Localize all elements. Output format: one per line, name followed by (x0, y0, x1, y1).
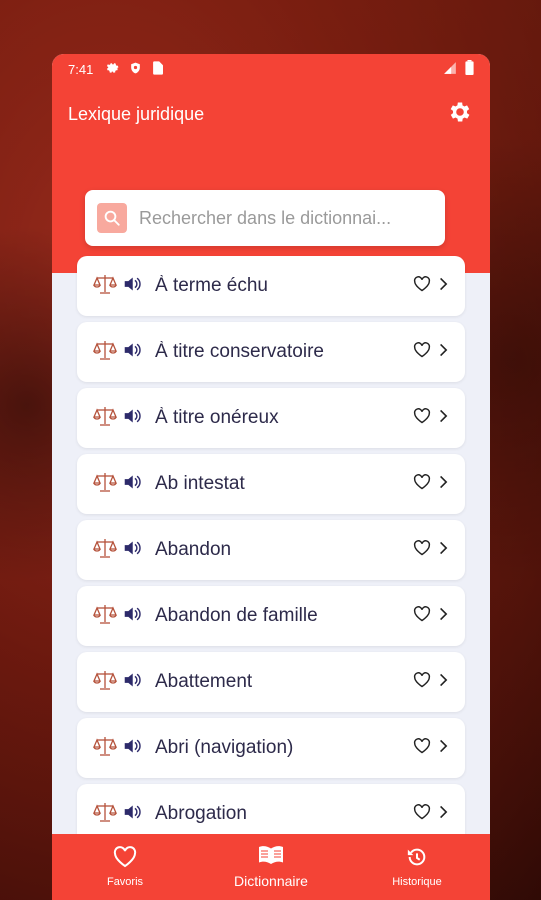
heart-icon[interactable] (413, 342, 431, 362)
heart-icon (113, 846, 137, 872)
nav-label: Historique (392, 876, 442, 888)
speaker-icon[interactable] (123, 276, 141, 296)
chevron-right-icon[interactable] (437, 408, 449, 428)
term-label: Abrogation (155, 803, 247, 824)
term-label: À terme échu (155, 275, 268, 296)
scales-icon (93, 273, 117, 299)
term-list: À terme échu À titre conservatoire À tit (77, 256, 465, 850)
chevron-right-icon[interactable] (437, 606, 449, 626)
heart-icon[interactable] (413, 738, 431, 758)
term-label: Abri (navigation) (155, 737, 294, 758)
scales-icon (93, 603, 117, 629)
list-item[interactable]: Ab intestat (77, 454, 465, 514)
heart-icon[interactable] (413, 474, 431, 494)
nav-label: Favoris (106, 876, 144, 888)
sim-icon (152, 60, 164, 78)
search-input[interactable] (139, 207, 433, 229)
list-item[interactable]: À titre onéreux (77, 388, 465, 448)
speaker-icon[interactable] (123, 540, 141, 560)
signal-icon (443, 61, 457, 78)
speaker-icon[interactable] (123, 408, 141, 428)
term-label: Abandon (155, 539, 232, 560)
nav-historique[interactable]: Historique (357, 846, 477, 888)
gear-icon (105, 61, 119, 78)
search-bar[interactable] (85, 190, 445, 246)
chevron-right-icon[interactable] (437, 672, 449, 692)
app-title: Lexique juridique (68, 103, 205, 124)
chevron-right-icon[interactable] (437, 738, 449, 758)
scales-icon (93, 471, 117, 497)
term-label: À titre onéreux (155, 407, 279, 428)
speaker-icon[interactable] (123, 606, 141, 626)
history-icon (405, 846, 429, 872)
status-bar: 7:41 (52, 54, 490, 84)
gear-icon (447, 99, 473, 129)
list-item[interactable]: À titre conservatoire (77, 322, 465, 382)
speaker-icon[interactable] (123, 672, 141, 692)
battery-icon (465, 60, 474, 78)
scales-icon (93, 735, 117, 761)
list-item[interactable]: Abandon (77, 520, 465, 580)
shield-icon (129, 61, 142, 78)
speaker-icon[interactable] (123, 342, 141, 362)
chevron-right-icon[interactable] (437, 540, 449, 560)
nav-favoris[interactable]: Favoris (65, 846, 185, 888)
app-bar: Lexique juridique (52, 98, 490, 130)
term-label: À titre conservatoire (155, 341, 324, 362)
chevron-right-icon[interactable] (437, 342, 449, 362)
search-icon (97, 203, 127, 233)
heart-icon[interactable] (413, 408, 431, 428)
settings-button[interactable] (446, 100, 474, 128)
list-item[interactable]: À terme échu (77, 256, 465, 316)
scales-icon (93, 801, 117, 827)
status-time: 7:41 (68, 61, 94, 77)
heart-icon[interactable] (413, 606, 431, 626)
scales-icon (93, 669, 117, 695)
heart-icon[interactable] (413, 540, 431, 560)
bottom-navigation: Favoris Dictionnaire Historique (52, 834, 490, 900)
nav-label: Dictionnaire (234, 873, 308, 889)
heart-icon[interactable] (413, 276, 431, 296)
speaker-icon[interactable] (123, 804, 141, 824)
scales-icon (93, 339, 117, 365)
chevron-right-icon[interactable] (437, 804, 449, 824)
scales-icon (93, 405, 117, 431)
nav-dictionnaire[interactable]: Dictionnaire (211, 845, 331, 889)
speaker-icon[interactable] (123, 738, 141, 758)
heart-icon[interactable] (413, 672, 431, 692)
scales-icon (93, 537, 117, 563)
book-icon (258, 845, 284, 869)
list-item[interactable]: Abri (navigation) (77, 718, 465, 778)
app-screen: 7:41 Lexique juridique Rechercher dans l… (52, 54, 490, 900)
term-label: Abandon de famille (155, 605, 318, 626)
chevron-right-icon[interactable] (437, 474, 449, 494)
term-label: Ab intestat (155, 473, 245, 494)
list-item[interactable]: Abattement (77, 652, 465, 712)
speaker-icon[interactable] (123, 474, 141, 494)
term-label: Abattement (155, 671, 253, 692)
chevron-right-icon[interactable] (437, 276, 449, 296)
heart-icon[interactable] (413, 804, 431, 824)
list-item[interactable]: Abandon de famille (77, 586, 465, 646)
